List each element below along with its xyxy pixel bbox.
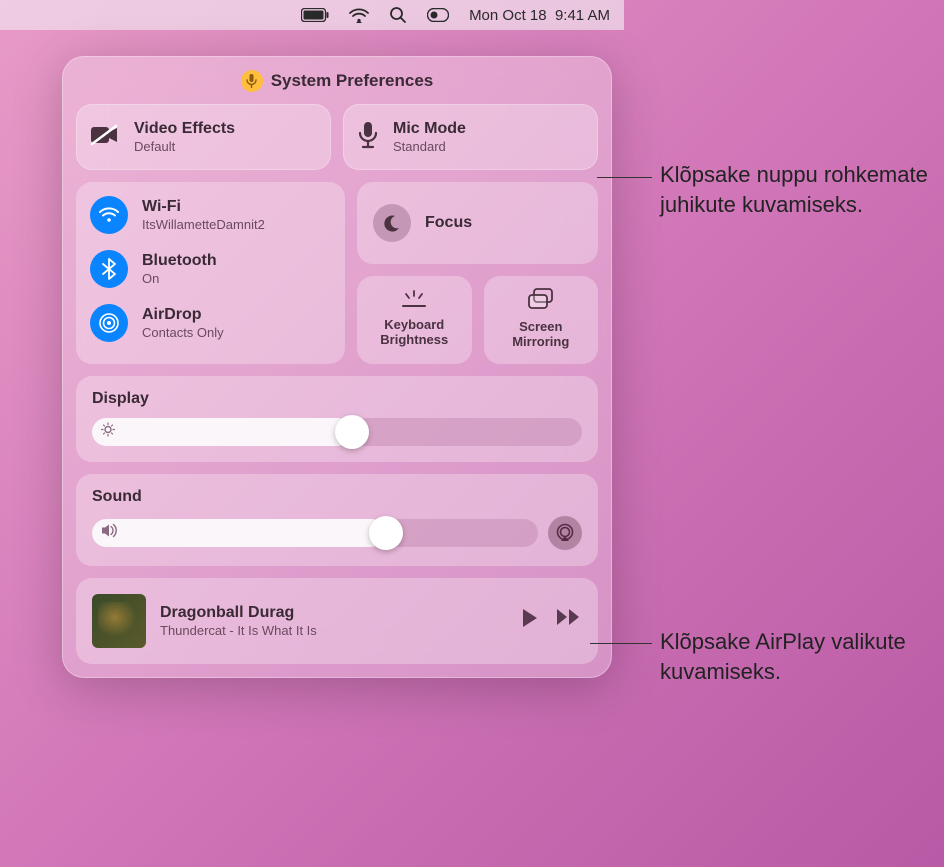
callout-mic-mode: Klõpsake nuppu rohkemate juhikute kuvami… <box>660 160 944 219</box>
sound-section: Sound <box>76 474 598 566</box>
airdrop-row[interactable]: AirDrop Contacts Only <box>90 304 331 342</box>
airdrop-subtitle: Contacts Only <box>142 325 224 340</box>
wifi-subtitle: ItsWillametteDamnit2 <box>142 217 265 232</box>
bluetooth-title: Bluetooth <box>142 252 217 270</box>
video-effects-tile[interactable]: Video Effects Default <box>76 104 331 170</box>
speaker-icon <box>101 523 119 542</box>
display-section: Display <box>76 376 598 462</box>
wifi-title: Wi-Fi <box>142 198 265 216</box>
bluetooth-row[interactable]: Bluetooth On <box>90 250 331 288</box>
screen-mirroring-tile[interactable]: Screen Mirroring <box>484 276 599 364</box>
spotlight-icon[interactable] <box>389 6 407 24</box>
control-center-icon[interactable] <box>427 8 449 22</box>
callout-line <box>590 643 652 644</box>
album-art <box>92 594 146 648</box>
bluetooth-subtitle: On <box>142 271 217 286</box>
play-button[interactable] <box>520 607 540 634</box>
display-slider[interactable] <box>92 418 582 446</box>
sound-label: Sound <box>92 488 582 506</box>
menubar: Mon Oct 18 9:41 AM <box>0 0 624 30</box>
airdrop-icon <box>90 304 128 342</box>
video-effects-title: Video Effects <box>134 120 235 138</box>
video-effects-subtitle: Default <box>134 139 235 154</box>
airdrop-title: AirDrop <box>142 306 224 324</box>
bluetooth-icon <box>90 250 128 288</box>
sun-icon <box>101 422 115 441</box>
next-track-button[interactable] <box>556 607 582 634</box>
keyboard-brightness-label: Keyboard Brightness <box>380 318 448 348</box>
now-playing-tile[interactable]: Dragonball Durag Thundercat - It Is What… <box>76 578 598 664</box>
wifi-icon <box>90 196 128 234</box>
wifi-row[interactable]: Wi-Fi ItsWillametteDamnit2 <box>90 196 331 234</box>
now-playing-subtitle: Thundercat - It Is What It Is <box>160 623 506 638</box>
mic-icon <box>357 121 379 154</box>
control-center-panel: System Preferences Video Effects Default <box>62 56 612 678</box>
mic-mode-title: Mic Mode <box>393 120 466 138</box>
now-playing-title: Dragonball Durag <box>160 604 506 622</box>
airplay-audio-button[interactable] <box>548 516 582 550</box>
keyboard-brightness-tile[interactable]: Keyboard Brightness <box>357 276 472 364</box>
connectivity-tile: Wi-Fi ItsWillametteDamnit2 Bluetooth On <box>76 182 345 364</box>
mic-active-icon <box>241 70 263 92</box>
panel-title: System Preferences <box>76 70 598 92</box>
screen-mirroring-icon <box>527 288 555 314</box>
moon-icon <box>373 204 411 242</box>
sound-slider[interactable] <box>92 519 538 547</box>
keyboard-brightness-icon <box>399 290 429 312</box>
focus-title: Focus <box>425 214 472 232</box>
wifi-icon[interactable] <box>349 8 369 23</box>
callout-line <box>597 177 652 178</box>
display-label: Display <box>92 390 582 408</box>
menubar-clock[interactable]: Mon Oct 18 9:41 AM <box>469 7 610 24</box>
camera-off-icon <box>90 124 120 151</box>
mic-mode-tile[interactable]: Mic Mode Standard <box>343 104 598 170</box>
callout-airplay: Klõpsake AirPlay valikute kuvamiseks. <box>660 627 944 686</box>
battery-icon <box>301 8 329 22</box>
mic-mode-subtitle: Standard <box>393 139 466 154</box>
focus-tile[interactable]: Focus <box>357 182 598 264</box>
screen-mirroring-label: Screen Mirroring <box>512 320 569 350</box>
